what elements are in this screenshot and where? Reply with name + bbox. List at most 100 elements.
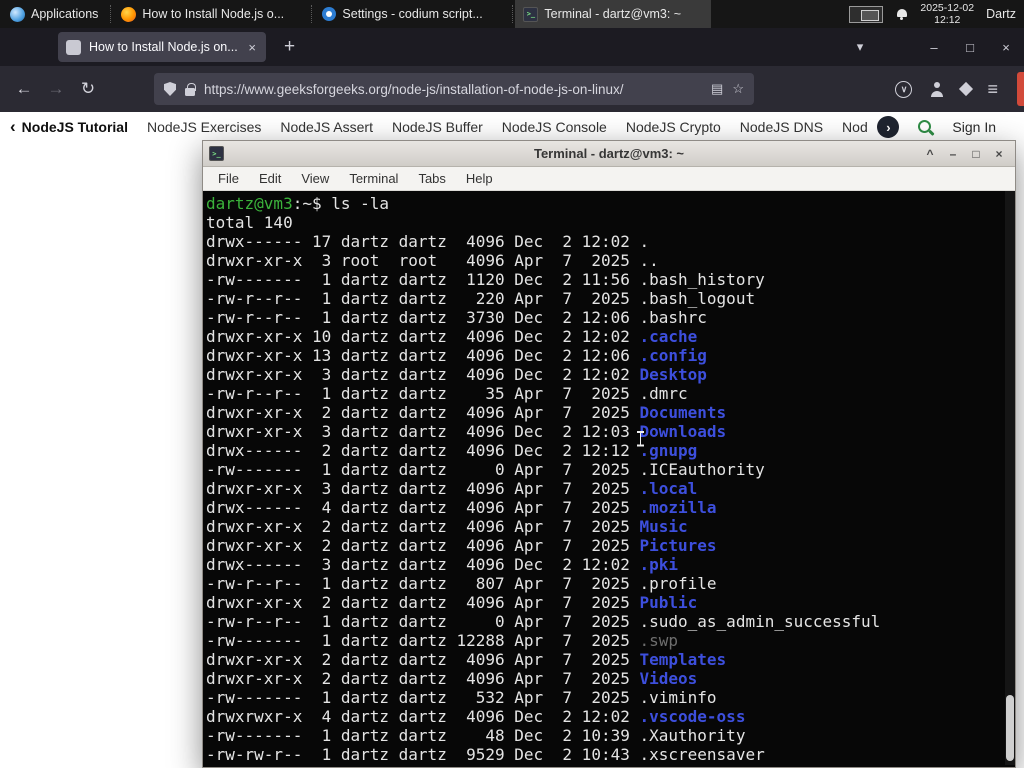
back-icon[interactable]: ← (8, 73, 40, 105)
new-tab-button[interactable]: + (278, 36, 301, 58)
sign-in-button[interactable]: Sign In (952, 119, 996, 135)
terminal-line: drwx------ 3 dartz dartz 4096 Dec 2 12:0… (206, 555, 679, 574)
taskbar-label: Terminal - dartz@vm3: ~ (544, 7, 682, 21)
notifications-bell-icon[interactable] (895, 8, 908, 21)
nav-scroll-left-icon[interactable]: ‹ (10, 117, 16, 137)
clock[interactable]: 2025-12-02 12:12 (920, 2, 974, 26)
search-icon[interactable] (917, 119, 934, 136)
menu-file[interactable]: File (209, 169, 248, 188)
terminal-scrollbar-thumb[interactable] (1006, 695, 1014, 761)
hamburger-menu-icon[interactable]: ≡ (987, 79, 998, 100)
menu-edit[interactable]: Edit (250, 169, 290, 188)
site-nav-bar: ‹ NodeJS Tutorial NodeJS Exercises NodeJ… (0, 112, 1024, 142)
terminal-line: -rw------- 1 dartz dartz 1120 Dec 2 11:5… (206, 270, 765, 289)
terminal-line: drwx------ 4 dartz dartz 4096 Apr 7 2025… (206, 498, 717, 517)
pocket-icon[interactable]: ∨ (895, 80, 913, 98)
tab-title: How to Install Node.js on... (89, 40, 238, 54)
terminal-line: -rw-r--r-- 1 dartz dartz 3730 Dec 2 12:0… (206, 308, 707, 327)
workspace-pager[interactable] (849, 5, 884, 23)
clock-time: 12:12 (934, 14, 961, 26)
terminal-line: drwxr-xr-x 2 dartz dartz 4096 Apr 7 2025… (206, 669, 698, 688)
extensions-icon[interactable] (959, 81, 974, 97)
tracking-shield-icon[interactable] (164, 82, 176, 96)
list-all-tabs-icon[interactable]: ▾ (844, 39, 876, 55)
terminal-menu-bar: File Edit View Terminal Tabs Help (203, 167, 1015, 191)
browser-minimize-button[interactable]: – (916, 40, 952, 55)
browser-close-button[interactable]: × (988, 40, 1024, 55)
desktop: Applications How to Install Node.js o...… (0, 0, 1024, 768)
reader-mode-icon[interactable]: ▤ (711, 81, 723, 97)
terminal-line: -rw------- 1 dartz dartz 12288 Apr 7 202… (206, 631, 679, 650)
taskbar-label: How to Install Node.js o... (142, 7, 285, 21)
window-controls: ▾ – □ × (844, 39, 1024, 55)
nav-item-exercises[interactable]: NodeJS Exercises (147, 119, 261, 135)
applications-menu-button[interactable]: Applications (0, 0, 108, 28)
nav-items: NodeJS Tutorial NodeJS Exercises NodeJS … (22, 119, 876, 135)
taskbar-item-terminal[interactable]: >_ Terminal - dartz@vm3: ~ (515, 0, 712, 28)
nav-right: › Sign In (867, 112, 996, 142)
terminal-close-button[interactable]: × (989, 144, 1009, 164)
forward-icon[interactable]: → (40, 73, 72, 105)
applications-label: Applications (31, 7, 99, 21)
nav-item-buffer[interactable]: NodeJS Buffer (392, 119, 483, 135)
text-cursor-pointer (636, 431, 645, 447)
terminal-scrollbar[interactable] (1005, 191, 1015, 765)
nav-item-console[interactable]: NodeJS Console (502, 119, 607, 135)
applications-icon (10, 6, 25, 22)
panel-separator (512, 5, 514, 23)
terminal-line: -rw-r--r-- 1 dartz dartz 807 Apr 7 2025 … (206, 574, 717, 593)
terminal-line: drwxr-xr-x 2 dartz dartz 4096 Apr 7 2025… (206, 403, 727, 422)
top-panel: Applications How to Install Node.js o...… (0, 0, 1024, 28)
terminal-line: drwxr-xr-x 10 dartz dartz 4096 Dec 2 12:… (206, 327, 698, 346)
nav-item-dns[interactable]: NodeJS DNS (740, 119, 823, 135)
browser-maximize-button[interactable]: □ (952, 40, 988, 55)
terminal-title-bar[interactable]: >_ Terminal - dartz@vm3: ~ ^ – □ × (203, 141, 1015, 167)
nav-item-tutorial[interactable]: NodeJS Tutorial (22, 119, 128, 135)
tab-favicon (66, 39, 81, 55)
terminal-line: drwxrwxr-x 4 dartz dartz 4096 Dec 2 12:0… (206, 707, 746, 726)
menu-help[interactable]: Help (457, 169, 502, 188)
terminal-minimize-button[interactable]: – (943, 144, 963, 164)
menu-view[interactable]: View (292, 169, 338, 188)
settings-icon (322, 7, 337, 21)
reload-icon[interactable]: ↻ (72, 73, 104, 105)
clock-date: 2025-12-02 (920, 2, 975, 14)
taskbar-item-firefox[interactable]: How to Install Node.js o... (113, 0, 309, 28)
terminal-shade-button[interactable]: ^ (920, 144, 940, 164)
pinned-extension-icon[interactable] (1017, 72, 1024, 106)
bookmark-star-icon[interactable]: ☆ (732, 81, 744, 97)
browser-tab-active[interactable]: How to Install Node.js on... × (58, 32, 266, 62)
menu-tabs[interactable]: Tabs (409, 169, 454, 188)
nav-item-assert[interactable]: NodeJS Assert (280, 119, 373, 135)
terminal-window: >_ Terminal - dartz@vm3: ~ ^ – □ × File … (202, 140, 1016, 768)
lock-icon[interactable] (185, 82, 196, 96)
terminal-window-controls: ^ – □ × (920, 144, 1009, 164)
terminal-line: drwx------ 17 dartz dartz 4096 Dec 2 12:… (206, 232, 650, 251)
nav-scroll-right-icon[interactable]: › (877, 116, 900, 138)
terminal-line: -rw-r--r-- 1 dartz dartz 0 Apr 7 2025 .s… (206, 612, 881, 631)
url-text: https://www.geeksforgeeks.org/node-js/in… (204, 81, 624, 97)
panel-right: 2025-12-02 12:12 Dartz (849, 0, 1024, 28)
url-bar[interactable]: https://www.geeksforgeeks.org/node-js/in… (154, 73, 754, 105)
terminal-line: drwxr-xr-x 2 dartz dartz 4096 Apr 7 2025… (206, 650, 727, 669)
terminal-output-area[interactable]: dartz@vm3:~$ ls -la total 140 drwx------ 1… (203, 191, 1015, 765)
nav-item-crypto[interactable]: NodeJS Crypto (626, 119, 721, 135)
terminal-line: drwxr-xr-x 3 root root 4096 Apr 7 2025 .… (206, 251, 659, 270)
terminal-line: -rw-rw-r-- 1 dartz dartz 9529 Dec 2 10:4… (206, 745, 765, 764)
browser-toolbar: ← → ↻ https://www.geeksforgeeks.org/node… (0, 66, 1024, 112)
terminal-line: drwxr-xr-x 3 dartz dartz 4096 Dec 2 12:0… (206, 422, 727, 441)
terminal-icon: >_ (523, 6, 539, 22)
terminal-line: drwxr-xr-x 2 dartz dartz 4096 Apr 7 2025… (206, 593, 698, 612)
terminal-line: drwxr-xr-x 2 dartz dartz 4096 Apr 7 2025… (206, 517, 688, 536)
firefox-icon (121, 6, 137, 22)
taskbar-item-settings[interactable]: Settings - codium script... (314, 0, 510, 28)
taskbar-label: Settings - codium script... (342, 7, 483, 21)
browser-tab-bar: How to Install Node.js on... × + ▾ – □ × (0, 28, 1024, 66)
terminal-maximize-button[interactable]: □ (966, 144, 986, 164)
terminal-line: -rw------- 1 dartz dartz 48 Dec 2 10:39 … (206, 726, 746, 745)
menu-terminal[interactable]: Terminal (340, 169, 407, 188)
tab-close-icon[interactable]: × (246, 40, 258, 55)
terminal-output: dartz@vm3:~$ ls -la total 140 drwx------ 1… (206, 194, 1015, 764)
account-icon[interactable] (928, 81, 945, 98)
terminal-line: -rw-r--r-- 1 dartz dartz 220 Apr 7 2025 … (206, 289, 756, 308)
